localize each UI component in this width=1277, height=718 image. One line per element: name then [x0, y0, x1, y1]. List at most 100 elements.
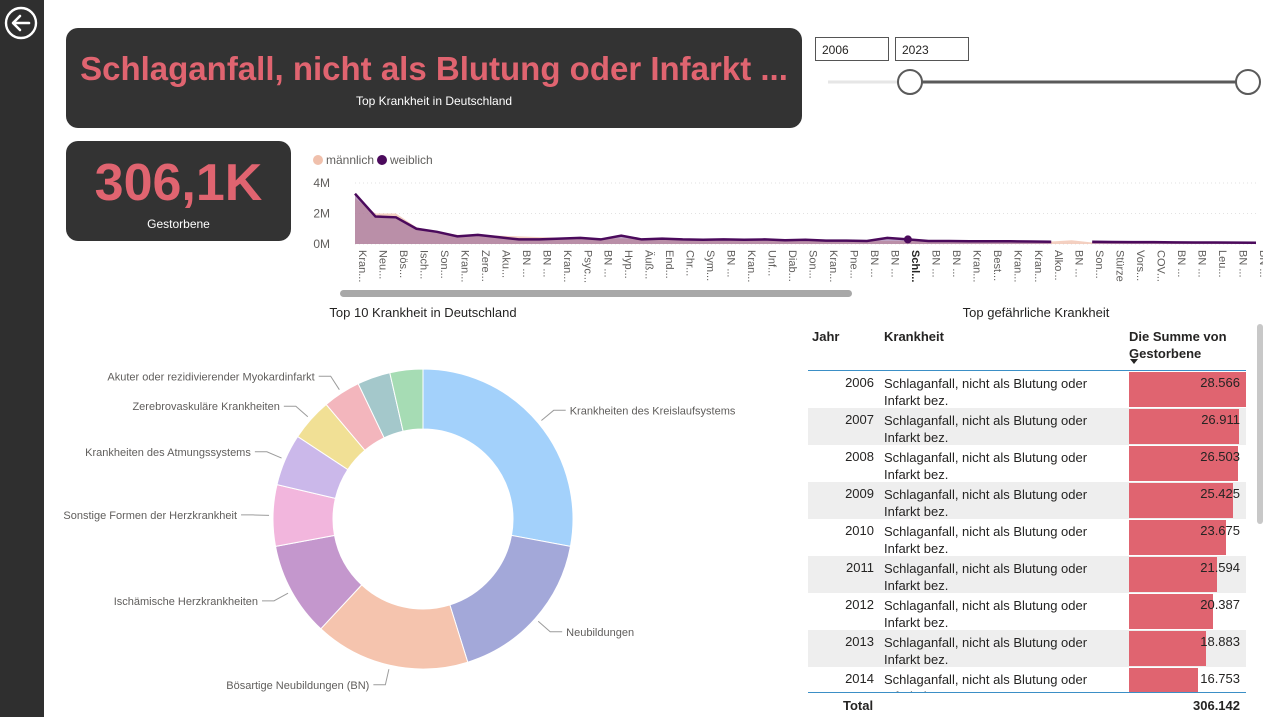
x-tick-label[interactable]: Best...: [991, 250, 1003, 281]
x-tick-label[interactable]: BN ...: [868, 250, 880, 278]
donut-leader-line: [538, 621, 562, 632]
legend-marker[interactable]: [313, 155, 323, 165]
col-header-disease[interactable]: Krankheit: [884, 328, 944, 345]
legend-label[interactable]: männlich: [326, 153, 374, 167]
x-tick-label[interactable]: Son...: [807, 250, 819, 279]
donut-label: Bösartige Neubildungen (BN): [226, 680, 369, 692]
donut-label: Krankheiten des Atmungssystems: [85, 447, 251, 459]
donut-leader-line: [373, 669, 389, 685]
slider-handle-start[interactable]: [898, 70, 922, 94]
x-tick-label[interactable]: Son...: [1093, 250, 1105, 279]
x-tick-label[interactable]: BN ...: [540, 250, 552, 278]
series-line-weiblich[interactable]: [355, 194, 1051, 242]
back-arrow-icon[interactable]: [4, 6, 38, 40]
table-row[interactable]: 2010Schlaganfall, nicht als Blutung oder…: [808, 519, 1246, 556]
x-tick-label[interactable]: BN ...: [1196, 250, 1208, 278]
table-body[interactable]: 2006Schlaganfall, nicht als Blutung oder…: [808, 370, 1246, 693]
x-tick-label[interactable]: Kran...: [745, 250, 757, 282]
donut-slice[interactable]: [423, 369, 573, 546]
x-tick-label[interactable]: BN ...: [929, 250, 941, 278]
x-tick-label[interactable]: BN ...: [1257, 250, 1263, 278]
x-tick-label[interactable]: BN ...: [602, 250, 614, 278]
col-header-deaths[interactable]: Die Summe von Gestorbene: [1129, 328, 1239, 362]
x-tick-label[interactable]: Äuß...: [643, 250, 655, 279]
cell-year: 2012: [808, 597, 874, 612]
donut-leader-line: [541, 410, 565, 420]
cell-databar: [1129, 668, 1198, 693]
cell-disease: Schlaganfall, nicht als Blutung oder Inf…: [884, 486, 1114, 520]
year-range-slider[interactable]: [826, 62, 1266, 102]
x-tick-label[interactable]: Son...: [438, 250, 450, 279]
x-tick-label[interactable]: Sym...: [704, 250, 716, 281]
x-tick-label[interactable]: Kran...: [561, 250, 573, 282]
top-disease-card: Schlaganfall, nicht als Blutung oder Inf…: [66, 28, 802, 128]
x-tick-label[interactable]: Chr...: [684, 250, 696, 276]
x-tick-label[interactable]: Stürze: [1114, 250, 1126, 282]
x-tick-label[interactable]: Unf...: [766, 250, 778, 276]
x-tick-label[interactable]: Kran...: [458, 250, 470, 282]
table-row[interactable]: 2006Schlaganfall, nicht als Blutung oder…: [808, 371, 1246, 408]
x-tick-label[interactable]: Alko...: [1052, 250, 1064, 281]
cell-deaths: 23.675: [1200, 523, 1240, 538]
x-tick-label[interactable]: Vors...: [1134, 250, 1146, 281]
x-tick-label[interactable]: BN ...: [950, 250, 962, 278]
highlighted-point[interactable]: [904, 235, 912, 243]
table-row[interactable]: 2011Schlaganfall, nicht als Blutung oder…: [808, 556, 1246, 593]
slider-handle-end[interactable]: [1236, 70, 1260, 94]
cell-year: 2009: [808, 486, 874, 501]
col-header-year[interactable]: Jahr: [812, 328, 839, 345]
x-tick-label[interactable]: Neu...: [376, 250, 388, 279]
x-tick-label[interactable]: BN ...: [725, 250, 737, 278]
table-row[interactable]: 2012Schlaganfall, nicht als Blutung oder…: [808, 593, 1246, 630]
y-tick-label: 4M: [313, 176, 330, 190]
x-tick-label[interactable]: BN ...: [1073, 250, 1085, 278]
cell-disease: Schlaganfall, nicht als Blutung oder Inf…: [884, 412, 1114, 446]
table-row[interactable]: 2013Schlaganfall, nicht als Blutung oder…: [808, 630, 1246, 667]
x-tick-label[interactable]: Psyc...: [581, 250, 593, 283]
table-row[interactable]: 2009 Schlaganfall, nicht als Blutung oder…: [808, 482, 1246, 519]
x-tick-label[interactable]: BN ...: [520, 250, 532, 278]
cell-year: 2008: [808, 449, 874, 464]
table-title: Top gefährliche Krankheit: [900, 305, 1172, 320]
year-to-input[interactable]: 2023: [895, 37, 969, 61]
x-tick-label[interactable]: Diab...: [786, 250, 798, 282]
x-tick-label[interactable]: Kran...: [1011, 250, 1023, 282]
x-tick-label[interactable]: Zere...: [479, 250, 491, 282]
table-row[interactable]: 2007 Schlaganfall, nicht als Blutung oder…: [808, 408, 1246, 445]
x-tick-label[interactable]: Leu...: [1216, 250, 1228, 278]
donut-leader-line: [284, 406, 308, 417]
x-tick-label[interactable]: Schl...: [909, 250, 921, 282]
x-tick-label[interactable]: COV...: [1155, 250, 1167, 282]
legend-label[interactable]: weiblich: [389, 153, 433, 167]
x-tick-label[interactable]: BN ...: [1237, 250, 1249, 278]
cell-year: 2014: [808, 671, 874, 686]
legend-marker[interactable]: [377, 155, 387, 165]
table-row[interactable]: 2008Schlaganfall, nicht als Blutung oder…: [808, 445, 1246, 482]
table-row[interactable]: 2014Schlaganfall, nicht als Blutung oder…: [808, 667, 1246, 693]
total-value: 306.142: [1193, 698, 1240, 713]
sort-desc-icon[interactable]: [1130, 359, 1138, 365]
x-tick-label[interactable]: End...: [663, 250, 675, 279]
donut-slice[interactable]: [450, 535, 571, 662]
deaths-kpi-label: Gestorbene: [66, 217, 291, 231]
table-scrollbar[interactable]: [1257, 324, 1263, 524]
donut-leader-line: [262, 593, 288, 601]
x-tick-label[interactable]: Pne...: [847, 250, 859, 279]
cell-deaths: 21.594: [1200, 560, 1240, 575]
year-from-input[interactable]: 2006: [815, 37, 889, 61]
x-tick-label[interactable]: Isch...: [417, 250, 429, 279]
series-line-weiblich[interactable]: [1092, 242, 1256, 243]
x-tick-label[interactable]: Kran...: [827, 250, 839, 282]
x-tick-label[interactable]: Hyp...: [622, 250, 634, 279]
x-tick-label[interactable]: BN ...: [888, 250, 900, 278]
x-tick-label[interactable]: Aku...: [499, 250, 511, 278]
x-tick-label[interactable]: Bös...: [397, 250, 409, 278]
cell-disease: Schlaganfall, nicht als Blutung oder Inf…: [884, 375, 1114, 409]
x-tick-label[interactable]: BN ...: [1175, 250, 1187, 278]
chart-scrollbar[interactable]: [340, 290, 852, 297]
x-tick-label[interactable]: Kran...: [1032, 250, 1044, 282]
x-tick-label[interactable]: Kran...: [356, 250, 368, 282]
donut-label: Neubildungen: [566, 627, 634, 639]
x-tick-label[interactable]: Kran...: [970, 250, 982, 282]
cell-year: 2007: [808, 412, 874, 427]
